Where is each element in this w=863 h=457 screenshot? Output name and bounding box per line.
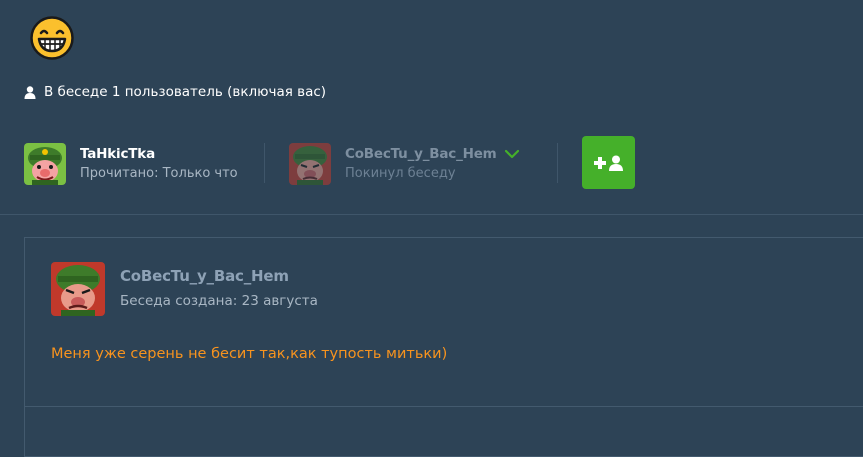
card-divider bbox=[25, 406, 863, 407]
divider bbox=[557, 143, 558, 183]
add-user-button[interactable] bbox=[582, 136, 635, 189]
participants-text: В беседе 1 пользователь (включая вас) bbox=[44, 84, 327, 100]
conversation-created-date: Беседа создана: 23 августа bbox=[120, 293, 318, 309]
member-name[interactable]: TaHkicTka bbox=[80, 145, 238, 163]
conversation-card: CoBecTu_y_Bac_Hem Беседа создана: 23 авг… bbox=[24, 237, 863, 457]
member-item[interactable]: TaHkicTka Прочитано: Только что bbox=[24, 143, 238, 185]
tank-soldier-avatar[interactable] bbox=[289, 143, 331, 185]
user-icon bbox=[24, 85, 36, 99]
tank-soldier-avatar[interactable] bbox=[24, 143, 66, 185]
participants-count: В беседе 1 пользователь (включая вас) bbox=[24, 83, 326, 101]
check-icon bbox=[505, 149, 520, 159]
divider bbox=[264, 143, 265, 183]
section-divider bbox=[0, 214, 863, 215]
tank-soldier-avatar[interactable] bbox=[51, 262, 105, 316]
member-status: Прочитано: Только что bbox=[80, 166, 238, 181]
grinning-face-icon bbox=[30, 16, 74, 60]
member-status: Покинул беседу bbox=[345, 166, 456, 181]
members-row: TaHkicTka Прочитано: Только что CoBecTu_… bbox=[24, 136, 844, 190]
member-item[interactable]: CoBecTu_y_Bac_Hem Покинул беседу bbox=[289, 143, 520, 185]
conversation-creator[interactable]: CoBecTu_y_Bac_Hem bbox=[120, 267, 289, 285]
add-user-icon bbox=[593, 155, 623, 171]
member-name[interactable]: CoBecTu_y_Bac_Hem bbox=[345, 146, 497, 162]
conversation-message: Меня уже серень не бесит так,как тупость… bbox=[51, 346, 448, 362]
